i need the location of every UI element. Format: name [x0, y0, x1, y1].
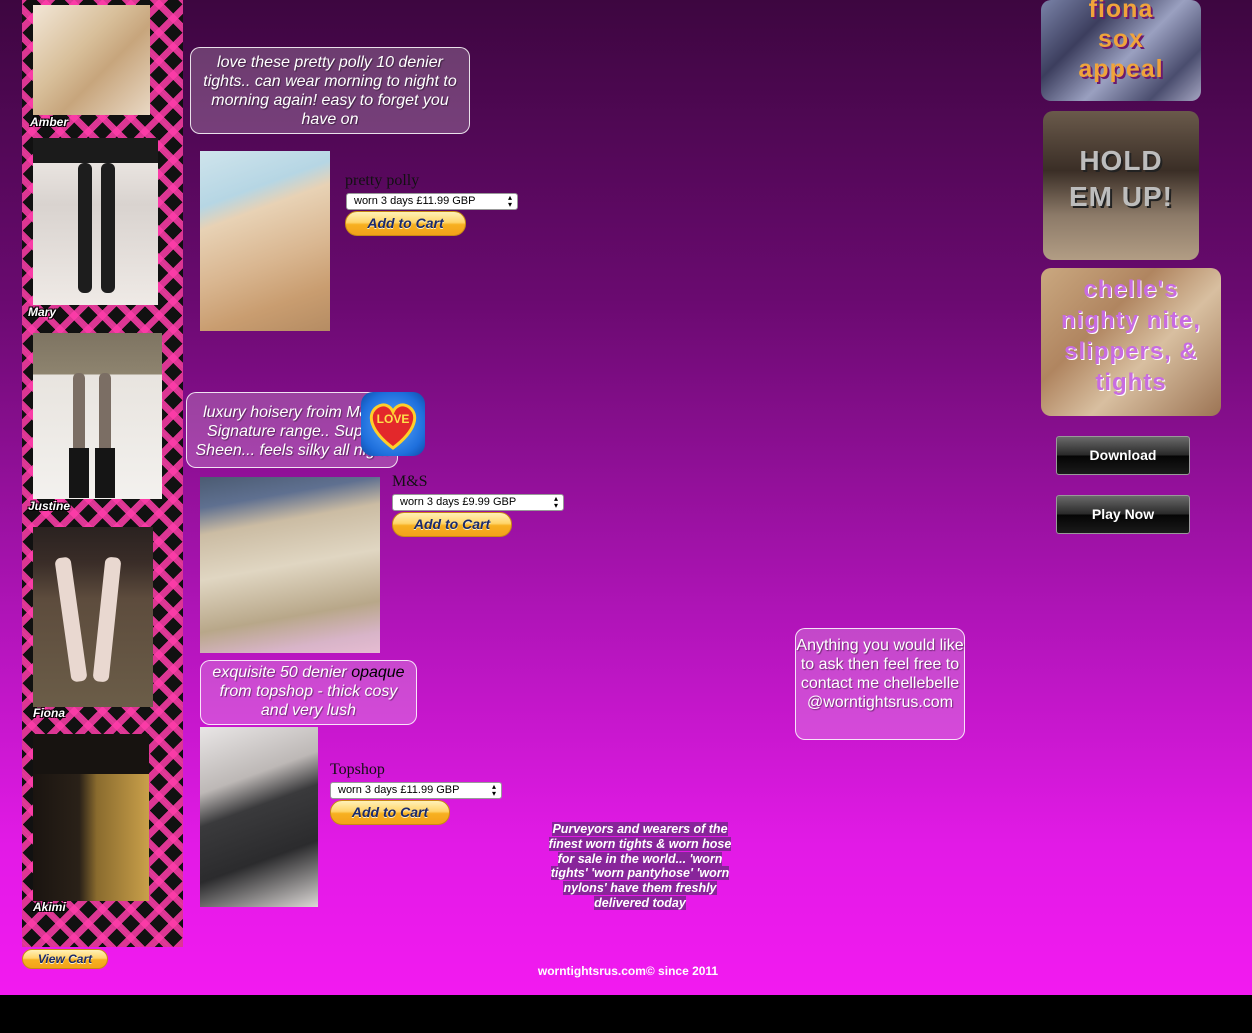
description-text: exquisite 50 denier [212, 664, 352, 681]
model-thumb-akimi[interactable] [33, 734, 149, 901]
love-heart-icon: LOVE [361, 392, 425, 456]
product-photo-pretty-polly [200, 151, 330, 331]
product-name: Topshop [330, 761, 385, 778]
banner-text: chelle's nighty nite, slippers, & tights [1061, 276, 1201, 396]
option-select[interactable]: worn 3 days £11.99 GBP ▴ ▾ [346, 193, 518, 210]
footer-copyright: worntightsrus.com© since 2011 [537, 964, 719, 978]
product-photo-topshop [200, 727, 318, 907]
model-name[interactable]: Mary [28, 305, 56, 319]
contact-box: Anything you would like to ask then feel… [795, 628, 965, 740]
select-arrows-icon: ▴ ▾ [553, 494, 558, 510]
play-now-button[interactable]: Play Now [1056, 495, 1190, 534]
site-tagline: Purveyors and wearers of the finest worn… [540, 822, 740, 911]
tagline-text: Purveyors and wearers of the finest worn… [548, 822, 732, 910]
fiona-sox-appeal-banner[interactable]: fiona sox appeal [1041, 0, 1201, 101]
banner-text: HOLD EM UP! [1069, 145, 1173, 212]
model-name[interactable]: Akimi [33, 900, 66, 914]
banner-text: fiona sox appeal [1078, 0, 1164, 83]
download-button[interactable]: Download [1056, 436, 1190, 475]
product-description: exquisite 50 denier opaque from topshop … [200, 660, 417, 725]
hold-em-up-banner[interactable]: HOLD EM UP! [1043, 111, 1199, 260]
option-select-value: worn 3 days £11.99 GBP [354, 195, 476, 207]
model-name[interactable]: Amber [30, 115, 68, 129]
chelles-nighty-nite-banner[interactable]: chelle's nighty nite, slippers, & tights [1041, 268, 1221, 416]
page-background: Amber Mary Justine Fiona Akimi View Cart… [0, 0, 1252, 995]
love-sticker-text: LOVE [376, 412, 410, 426]
select-arrows-icon: ▴ ▾ [491, 782, 496, 798]
model-name[interactable]: Fiona [33, 706, 65, 720]
product-name: M&S [392, 473, 428, 490]
model-thumb-fiona[interactable] [33, 527, 153, 707]
description-text: from topshop - thick cosy and very lush [219, 683, 398, 719]
select-arrows-icon: ▴ ▾ [507, 193, 512, 209]
model-thumb-amber[interactable] [33, 5, 150, 115]
product-description: love these pretty polly 10 denier tights… [190, 47, 470, 134]
view-cart-button[interactable]: View Cart [22, 949, 108, 969]
model-name[interactable]: Justine [28, 499, 70, 513]
option-select[interactable]: worn 3 days £11.99 GBP ▴ ▾ [330, 782, 502, 799]
option-select[interactable]: worn 3 days £9.99 GBP ▴ ▾ [392, 494, 564, 511]
add-to-cart-button[interactable]: Add to Cart [392, 512, 512, 537]
option-select-value: worn 3 days £11.99 GBP [338, 784, 460, 796]
description-highlight: opaque [351, 664, 405, 681]
product-name: pretty polly [345, 172, 420, 189]
add-to-cart-button[interactable]: Add to Cart [330, 800, 450, 825]
model-thumb-mary[interactable] [33, 138, 158, 305]
add-to-cart-button[interactable]: Add to Cart [345, 211, 466, 236]
model-thumb-justine[interactable] [33, 333, 162, 499]
product-photo-ms [200, 477, 380, 653]
option-select-value: worn 3 days £9.99 GBP [400, 496, 517, 508]
